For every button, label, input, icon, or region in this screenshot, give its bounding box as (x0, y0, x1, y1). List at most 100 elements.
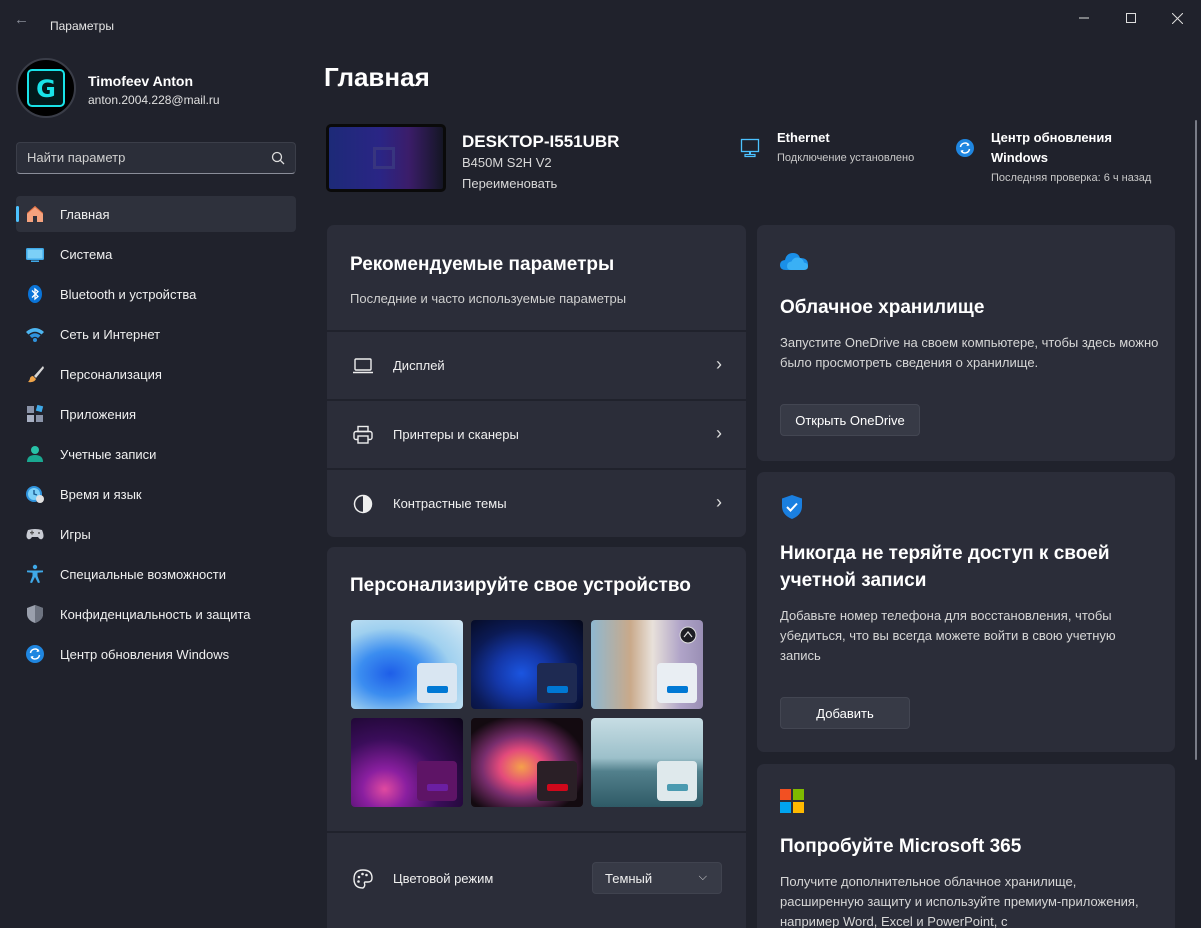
network-status-text: Подключение установлено (777, 152, 915, 164)
sidebar-item-label: Игры (60, 527, 91, 542)
recommended-title: Рекомендуемые параметры (350, 254, 615, 275)
close-button[interactable] (1154, 6, 1200, 30)
gamer-logo-icon: G (27, 69, 65, 107)
device-thumbnail[interactable] (326, 124, 446, 192)
account-title: Никогда не теряйте доступ к своей учетно… (780, 543, 1110, 591)
accessibility-icon (25, 564, 45, 584)
account-text: Добавьте номер телефона для восстановлен… (780, 608, 1116, 663)
recommended-item-label: Принтеры и сканеры (393, 427, 519, 442)
theme-captured-motion[interactable] (471, 718, 583, 807)
account-recovery-card: Никогда не теряйте доступ к своей учетно… (757, 472, 1175, 752)
sidebar-item-personalization[interactable]: Персонализация (16, 356, 296, 392)
m365-title: Попробуйте Microsoft 365 (780, 836, 1022, 857)
sidebar-item-label: Специальные возможности (60, 567, 226, 582)
sidebar-item-time-language[interactable]: Время и язык (16, 476, 296, 512)
device-name: DESKTOP-I551UBR (462, 132, 620, 151)
accounts-icon (25, 444, 45, 464)
minimize-button[interactable] (1061, 6, 1107, 30)
gamepad-icon (25, 524, 45, 544)
sidebar-item-gaming[interactable]: Игры (16, 516, 296, 552)
user-name: Timofeev Anton (88, 73, 194, 89)
theme-flow[interactable] (591, 718, 703, 807)
shield-check-icon (782, 495, 802, 519)
minimize-icon (1079, 17, 1089, 19)
sidebar-item-home[interactable]: Главная (16, 196, 296, 232)
microsoft-365-card: Попробуйте Microsoft 365 Получите дополн… (757, 764, 1175, 928)
windows-update-icon (956, 139, 974, 157)
recommended-item-label: Дисплей (393, 358, 445, 373)
theme-swatch (537, 663, 577, 703)
close-icon (1171, 12, 1183, 24)
sidebar-item-label: Сеть и Интернет (60, 327, 161, 342)
sidebar-item-bluetooth[interactable]: Bluetooth и устройства (16, 276, 296, 312)
system-icon (25, 244, 45, 264)
update-status-title[interactable]: Центр обновления Windows (991, 128, 1141, 168)
onedrive-cloud-icon (780, 253, 808, 270)
search-icon[interactable] (271, 151, 285, 165)
sidebar-item-accounts[interactable]: Учетные записи (16, 436, 296, 472)
chevron-right-icon: › (716, 492, 722, 512)
title-bar: ← Параметры (0, 0, 1201, 40)
m365-text: Получите дополнительное облачное хранили… (780, 874, 1139, 928)
recommended-subtitle: Последние и часто используемые параметры (350, 291, 627, 306)
rename-link[interactable]: Переименовать (462, 176, 557, 191)
sidebar-item-privacy[interactable]: Конфиденциальность и защита (16, 596, 296, 632)
update-icon (25, 644, 45, 664)
ethernet-icon (740, 138, 760, 158)
sidebar-item-label: Персонализация (60, 367, 162, 382)
sidebar-item-label: Bluetooth и устройства (60, 287, 197, 302)
time-language-icon (25, 484, 45, 504)
theme-windows-dark[interactable] (471, 620, 583, 709)
theme-windows-light[interactable] (351, 620, 463, 709)
personalize-card: Персонализируйте свое устройство Цветово… (327, 547, 746, 928)
search-input[interactable] (27, 150, 257, 165)
sidebar-item-network[interactable]: Сеть и Интернет (16, 316, 296, 352)
search-box[interactable] (16, 142, 296, 174)
sidebar-item-label: Приложения (60, 407, 137, 422)
sidebar-item-label: Время и язык (60, 487, 142, 502)
sidebar-item-label: Центр обновления Windows (60, 647, 230, 662)
sidebar-item-accessibility[interactable]: Специальные возможности (16, 556, 296, 592)
color-mode-dropdown[interactable]: Темный ⌵ (592, 862, 722, 894)
recommended-item-contrast[interactable]: Контрастные темы › (327, 468, 746, 536)
sidebar-item-windows-update[interactable]: Центр обновления Windows (16, 636, 296, 672)
maximize-icon (1126, 13, 1136, 23)
camera-icon (679, 626, 697, 644)
display-icon (353, 358, 373, 374)
device-model: B450M S2H V2 (462, 155, 552, 170)
recommended-item-display[interactable]: Дисплей › (327, 330, 746, 398)
color-mode-label: Цветовой режим (393, 871, 494, 886)
open-onedrive-button[interactable]: Открыть OneDrive (780, 404, 920, 436)
wifi-icon (25, 324, 45, 344)
recommended-settings-card: Рекомендуемые параметры Последние и част… (327, 225, 746, 537)
maximize-button[interactable] (1108, 6, 1154, 30)
brush-icon (25, 364, 45, 384)
microsoft-logo-icon (780, 789, 804, 813)
user-email: anton.2004.228@mail.ru (88, 93, 220, 107)
theme-spotlight[interactable] (591, 620, 703, 709)
sidebar-nav: Главная Система Bluetooth и устройства С… (16, 196, 296, 676)
onedrive-text: Запустите OneDrive на своем компьютере, … (780, 335, 1159, 370)
recommended-item-label: Контрастные темы (393, 496, 507, 511)
sidebar-item-apps[interactable]: Приложения (16, 396, 296, 432)
divider (327, 831, 746, 833)
chevron-right-icon: › (716, 423, 722, 443)
network-status-title[interactable]: Ethernet (777, 128, 830, 148)
sidebar-item-label: Учетные записи (60, 447, 157, 462)
bluetooth-icon (25, 284, 45, 304)
update-status-text: Последняя проверка: 6 ч назад (991, 172, 1152, 184)
sidebar-item-label: Система (60, 247, 113, 262)
printer-icon (353, 425, 373, 444)
sidebar-item-label: Конфиденциальность и защита (60, 607, 251, 622)
scrollbar[interactable] (1195, 120, 1197, 760)
back-arrow-icon[interactable]: ← (14, 12, 34, 28)
recommended-item-printers[interactable]: Принтеры и сканеры › (327, 399, 746, 467)
add-phone-button[interactable]: Добавить (780, 697, 910, 729)
onedrive-card: Облачное хранилище Запустите OneDrive на… (757, 225, 1175, 461)
theme-swatch (417, 761, 457, 801)
personalize-title: Персонализируйте свое устройство (350, 575, 691, 596)
avatar[interactable]: G (16, 58, 76, 118)
sidebar-item-system[interactable]: Система (16, 236, 296, 272)
theme-glow[interactable] (351, 718, 463, 807)
svg-text:G: G (36, 75, 56, 103)
